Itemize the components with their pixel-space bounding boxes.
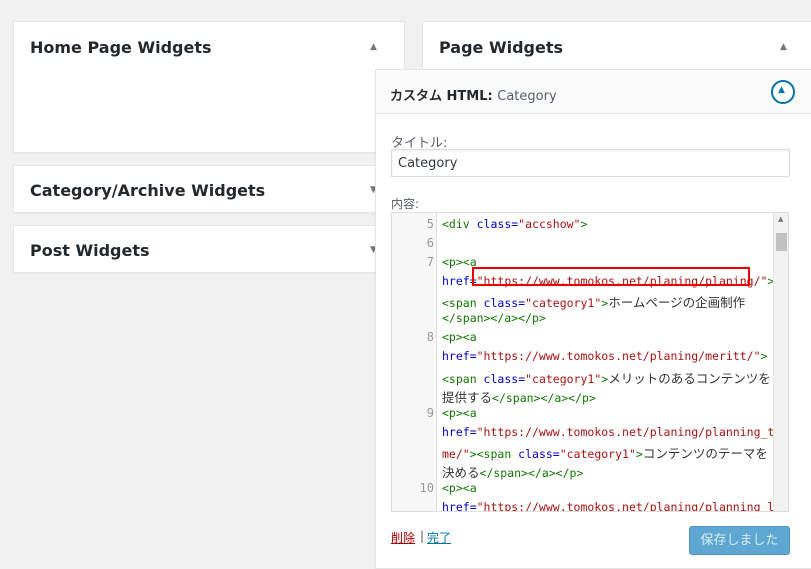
scrollbar-thumb[interactable] (776, 233, 787, 251)
page-widgets-title[interactable]: Page Widgets (439, 38, 563, 57)
collapse-arrow-icon[interactable]: ▲ (780, 42, 787, 52)
code-line: </span></a></p> (442, 311, 546, 325)
home-page-widgets-title[interactable]: Home Page Widgets (30, 38, 212, 57)
link-separator: | (420, 529, 425, 543)
code-line: <span class="category1">ホームページの企画制作 (442, 295, 746, 310)
done-link[interactable]: 完了 (427, 529, 451, 546)
line-number-gutter: 5 6 7 8 9 10 (392, 213, 437, 511)
collapse-arrow-icon: ▲ (778, 85, 785, 95)
widget-title: カスタム HTML: Category (390, 85, 557, 104)
title-input[interactable] (391, 149, 790, 177)
code-line: 提供する</span></a></p> (442, 390, 596, 405)
post-widgets-title[interactable]: Post Widgets (30, 241, 150, 260)
widget-subtitle: Category (497, 89, 557, 104)
widget-header[interactable]: カスタム HTML: Category ▲ (376, 70, 811, 114)
custom-html-widget: カスタム HTML: Category ▲ タイトル: 内容: 5 6 7 8 … (375, 69, 811, 569)
delete-link[interactable]: 削除 (391, 529, 415, 546)
line-number: 9 (426, 406, 434, 420)
line-number: 10 (419, 481, 434, 495)
code-line: <p><a (442, 406, 477, 420)
line-number: 6 (426, 236, 434, 250)
url-highlight-box (472, 267, 750, 286)
line-number: 7 (426, 255, 434, 269)
code-line: <p><a (442, 481, 477, 495)
widget-title-name: カスタム (390, 89, 443, 104)
editor-scrollbar[interactable]: ▲ (773, 213, 788, 511)
scroll-up-icon[interactable]: ▲ (778, 215, 783, 223)
code-line: <div class="accshow"> (442, 217, 588, 231)
code-editor[interactable]: 5 6 7 8 9 10 <div class="accshow"> <p><a… (391, 212, 789, 512)
widget-toggle-button[interactable]: ▲ (771, 80, 795, 104)
line-number: 8 (426, 330, 434, 344)
category-archive-widgets-title[interactable]: Category/Archive Widgets (30, 181, 265, 200)
line-number: 5 (426, 217, 434, 231)
content-label: 内容: (391, 197, 420, 211)
code-line: me/"><span class="category1">コンテンツのテーマを (442, 446, 768, 461)
collapse-arrow-icon[interactable]: ▲ (370, 42, 377, 52)
code-line: <span class="category1">メリットのあるコンテンツを (442, 371, 771, 386)
post-widgets-panel: Post Widgets ▼ (13, 225, 405, 273)
code-line: href="https://www.tomokos.net/planing/pl… (442, 500, 789, 512)
save-button[interactable]: 保存しました (689, 526, 790, 555)
widget-title-type: HTML: (446, 89, 498, 104)
code-line: 決める</span></a></p> (442, 465, 584, 480)
home-page-widgets-panel: Home Page Widgets ▲ (13, 21, 405, 153)
code-line: href="https://www.tomokos.net/planing/me… (442, 349, 768, 363)
category-archive-widgets-panel: Category/Archive Widgets ▼ (13, 165, 405, 213)
code-line: href="https://www.tomokos.net/planing/pl… (442, 425, 789, 439)
code-line: <p><a (442, 330, 477, 344)
